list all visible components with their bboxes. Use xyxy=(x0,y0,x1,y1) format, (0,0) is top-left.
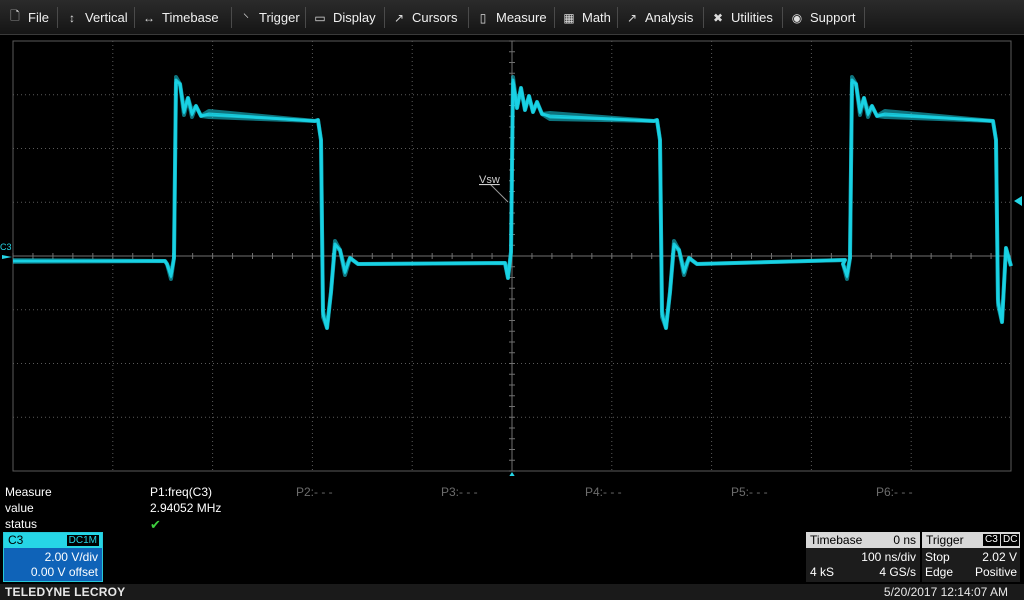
waveform-display[interactable]: Vsw C3 xyxy=(0,36,1024,476)
analysis-icon: ↗ xyxy=(626,10,638,25)
menu-support-label: Support xyxy=(810,10,856,25)
menu-vertical[interactable]: ↕ Vertical xyxy=(65,0,128,35)
timebase-points: 4 kS xyxy=(810,565,835,579)
menu-separator xyxy=(554,7,555,28)
channel-offset: 0.00 V offset xyxy=(30,565,98,579)
menu-separator xyxy=(468,7,469,28)
timebase-descriptor[interactable]: Timebase 0 ns 100 ns/div 4 kS 4 GS/s xyxy=(806,532,920,582)
timebase-rate: 4 GS/s xyxy=(879,565,916,579)
calculator-icon: ▦ xyxy=(563,10,575,25)
menu-separator xyxy=(384,7,385,28)
menu-trigger[interactable]: ⸌ Trigger xyxy=(239,0,300,35)
timebase-delay: 0 ns xyxy=(893,533,916,547)
menu-file-label: File xyxy=(28,10,49,25)
tools-icon: ✖ xyxy=(712,10,724,25)
measure-value-row: value 2.94052 MHz xyxy=(0,501,1024,517)
menu-analysis[interactable]: ↗ Analysis xyxy=(625,0,693,35)
display-icon: ▭ xyxy=(314,10,326,25)
value-label: value xyxy=(5,501,34,515)
measure-p2[interactable]: P2:- - - xyxy=(296,485,333,499)
timebase-title: Timebase xyxy=(810,533,863,547)
trigger-position-marker[interactable] xyxy=(508,472,516,476)
measure-table: Measure P1:freq(C3) P2:- - - P3:- - - P4… xyxy=(0,482,1024,532)
measure-icon: ▯ xyxy=(479,10,487,25)
menu-support[interactable]: ◉ Support xyxy=(790,0,856,35)
menu-timebase[interactable]: ↔ Timebase xyxy=(142,0,219,35)
menu-math-label: Math xyxy=(582,10,611,25)
trigger-coupling-badge: DC xyxy=(1001,534,1020,546)
channel-name: C3 xyxy=(8,533,24,547)
menu-file[interactable]: 🗋 File xyxy=(8,0,49,35)
menu-trigger-label: Trigger xyxy=(259,10,300,25)
menu-utilities[interactable]: ✖ Utilities xyxy=(711,0,773,35)
cursor-icon: ↗ xyxy=(393,10,405,25)
menu-separator xyxy=(782,7,783,28)
channel-marker-label: C3 xyxy=(0,242,12,252)
measure-p1[interactable]: P1:freq(C3) xyxy=(150,485,212,499)
status-bar: TELEDYNE LECROY 5/20/2017 12:14:07 AM xyxy=(0,584,1024,600)
vertical-arrows-icon: ↕ xyxy=(69,10,75,25)
trigger-type: Edge xyxy=(925,565,954,579)
trigger-mode: Stop xyxy=(925,550,950,564)
measure-header-row: Measure P1:freq(C3) P2:- - - P3:- - - P4… xyxy=(0,485,1024,501)
menu-separator xyxy=(231,7,232,28)
menu-separator xyxy=(134,7,135,28)
channel-descriptor-c3[interactable]: C3 DC1M 2.00 V/div 0.00 V offset xyxy=(3,532,103,582)
menu-cursors-label: Cursors xyxy=(412,10,458,25)
horizontal-arrows-icon: ↔ xyxy=(143,10,155,25)
measure-p4[interactable]: P4:- - - xyxy=(585,485,622,499)
menu-timebase-label: Timebase xyxy=(162,10,219,25)
menu-measure-label: Measure xyxy=(496,10,547,25)
datetime: 5/20/2017 12:14:07 AM xyxy=(883,585,1008,599)
file-icon: 🗋 xyxy=(10,9,20,23)
status-check-icon: ✔ xyxy=(150,517,161,532)
menu-separator xyxy=(864,7,865,28)
channel-descriptor-header: C3 DC1M xyxy=(4,533,102,548)
trace-label-leader xyxy=(489,183,509,203)
menu-measure[interactable]: ▯ Measure xyxy=(476,0,547,35)
trigger-level-marker[interactable] xyxy=(1014,196,1022,206)
menu-separator xyxy=(703,7,704,28)
menu-utilities-label: Utilities xyxy=(731,10,773,25)
channel-coupling-badge: DC1M xyxy=(66,535,99,546)
menu-math[interactable]: ▦ Math xyxy=(562,0,611,35)
trigger-icon: ⸌ xyxy=(242,11,249,25)
menu-analysis-label: Analysis xyxy=(645,10,694,25)
measure-label: Measure xyxy=(5,485,52,499)
channel-vdiv: 2.00 V/div xyxy=(44,550,98,564)
measure-p3[interactable]: P3:- - - xyxy=(441,485,478,499)
measure-status-row: status ✔ xyxy=(0,517,1024,533)
trace-label-vsw: Vsw xyxy=(479,174,500,186)
status-label: status xyxy=(5,517,38,531)
timebase-tdiv: 100 ns/div xyxy=(861,550,916,564)
trigger-source-badge: C3 xyxy=(983,534,1000,546)
trigger-level: 2.02 V xyxy=(982,550,1017,564)
measure-p5[interactable]: P5:- - - xyxy=(731,485,768,499)
trigger-title: Trigger xyxy=(926,533,964,547)
menu-separator xyxy=(305,7,306,28)
measure-p1-value: 2.94052 MHz xyxy=(150,501,222,515)
measure-p6[interactable]: P6:- - - xyxy=(876,485,913,499)
trigger-slope: Positive xyxy=(974,565,1017,579)
menu-cursors[interactable]: ↗ Cursors xyxy=(392,0,458,35)
support-icon: ◉ xyxy=(791,10,803,25)
menu-separator xyxy=(57,7,58,28)
menu-display-label: Display xyxy=(333,10,376,25)
menu-display[interactable]: ▭ Display xyxy=(313,0,376,35)
channel-offset-marker[interactable] xyxy=(2,255,12,259)
menu-separator xyxy=(617,7,618,28)
brand-logo: TELEDYNE LECROY xyxy=(5,585,126,599)
menu-bar: 🗋 File ↕ Vertical ↔ Timebase ⸌ Trigger ▭… xyxy=(0,0,1024,35)
trigger-descriptor[interactable]: Trigger C3 DC Stop 2.02 V Edge Positive xyxy=(922,532,1020,582)
graticule: Vsw C3 xyxy=(0,40,1022,476)
menu-vertical-label: Vertical xyxy=(85,10,128,25)
